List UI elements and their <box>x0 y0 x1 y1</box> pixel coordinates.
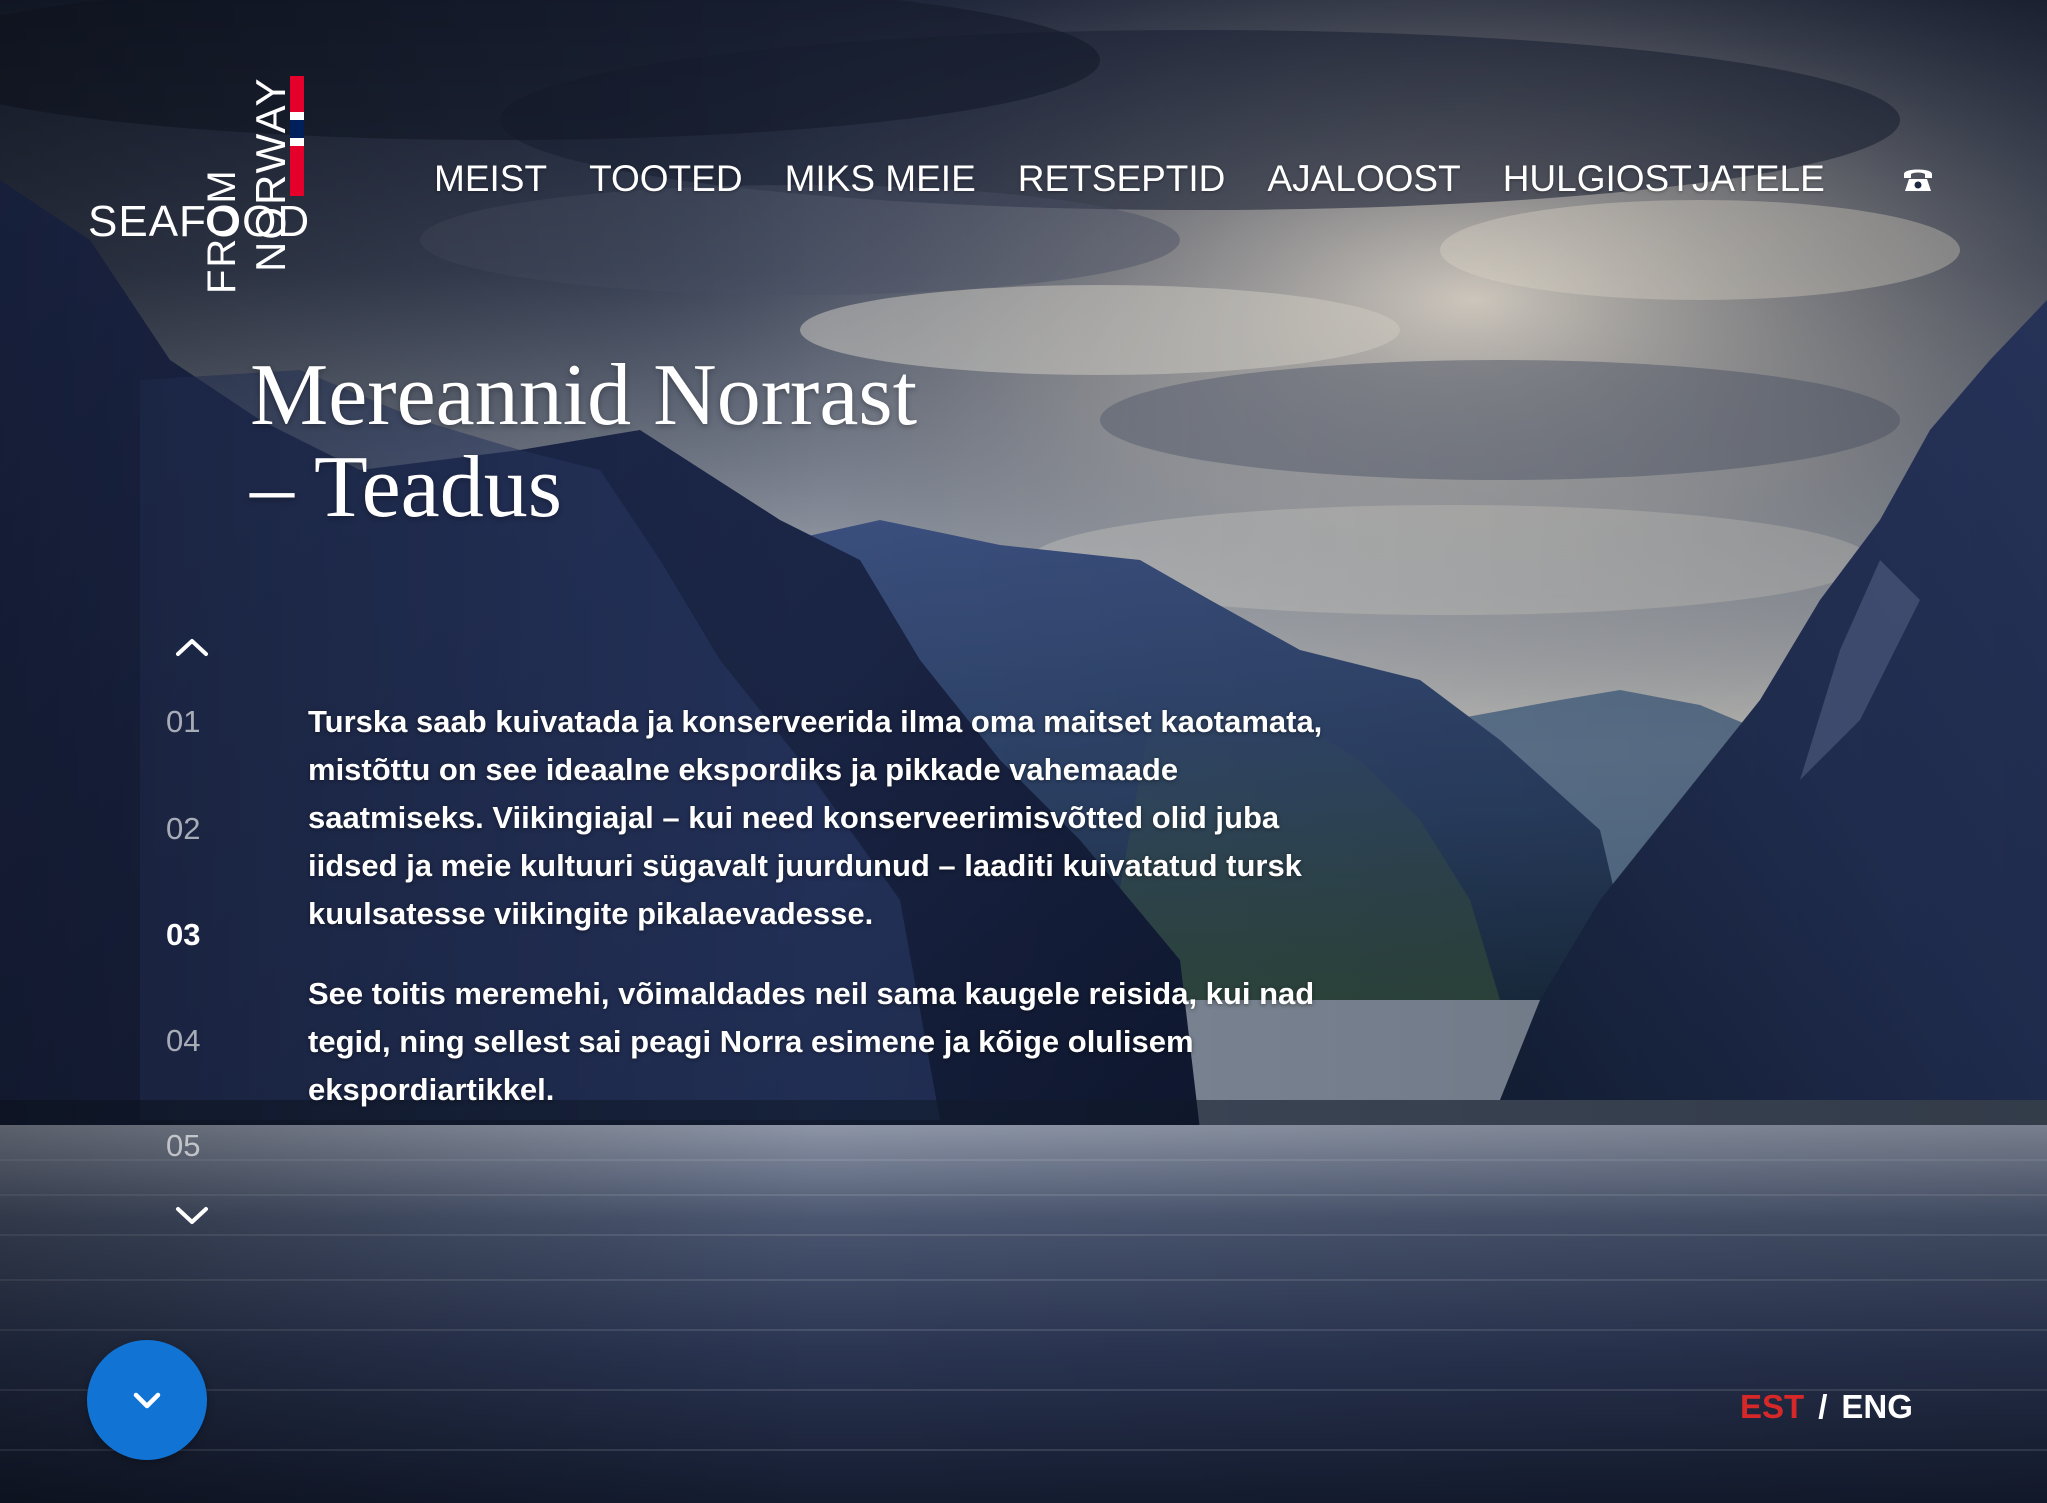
language-est[interactable]: EST <box>1740 1388 1804 1425</box>
page-title-line-2: – Teadus <box>250 442 917 534</box>
nav-item-hulgiostjatele[interactable]: HULGIOSTJATELE <box>1503 158 1825 200</box>
nav-item-tooted[interactable]: TOOTED <box>589 158 743 200</box>
section-item-03[interactable]: 03 <box>166 917 226 953</box>
section-item-01[interactable]: 01 <box>166 704 226 740</box>
page-title-line-1: Mereannid Norrast <box>250 347 918 444</box>
language-separator: / <box>1818 1388 1828 1425</box>
language-switcher: EST / ENG <box>1740 1388 1913 1426</box>
section-item-05[interactable]: 05 <box>166 1128 226 1164</box>
page-title-subtitle: Teadus <box>314 439 562 536</box>
chevron-up-icon <box>176 639 208 656</box>
language-eng[interactable]: ENG <box>1841 1388 1913 1425</box>
page: NORWAY FROM SEAFOOD MEIST TOOTED MIKS ME… <box>0 0 2047 1503</box>
logo-text-seafood: SEAFOOD <box>88 197 310 246</box>
page-title: Mereannid Norrast – Teadus <box>250 350 917 534</box>
nav-item-retseptid[interactable]: RETSEPTID <box>1018 158 1226 200</box>
section-next-button[interactable] <box>172 1200 212 1230</box>
article-body: Turska saab kuivatada ja konserveerida i… <box>308 698 1358 1146</box>
scroll-down-button[interactable] <box>87 1340 207 1460</box>
seafood-from-norway-logo[interactable]: NORWAY FROM SEAFOOD <box>84 62 324 302</box>
nav-item-meist[interactable]: MEIST <box>434 158 547 200</box>
article-paragraph-2: See toitis meremehi, võimaldades neil sa… <box>308 976 1315 1107</box>
phone-icon[interactable] <box>1900 160 1936 196</box>
chevron-down-icon <box>133 1392 161 1409</box>
section-item-04[interactable]: 04 <box>166 1023 226 1059</box>
main-nav: MEIST TOOTED MIKS MEIE RETSEPTID AJALOOS… <box>434 158 1867 200</box>
section-item-02[interactable]: 02 <box>166 811 226 847</box>
nav-item-ajaloost[interactable]: AJALOOST <box>1267 158 1460 200</box>
chevron-down-icon <box>176 1207 208 1224</box>
title-dash: – <box>250 439 294 536</box>
section-prev-button[interactable] <box>172 632 212 662</box>
article-paragraph-1: Turska saab kuivatada ja konserveerida i… <box>308 704 1323 931</box>
nav-item-miks-meie[interactable]: MIKS MEIE <box>785 158 976 200</box>
